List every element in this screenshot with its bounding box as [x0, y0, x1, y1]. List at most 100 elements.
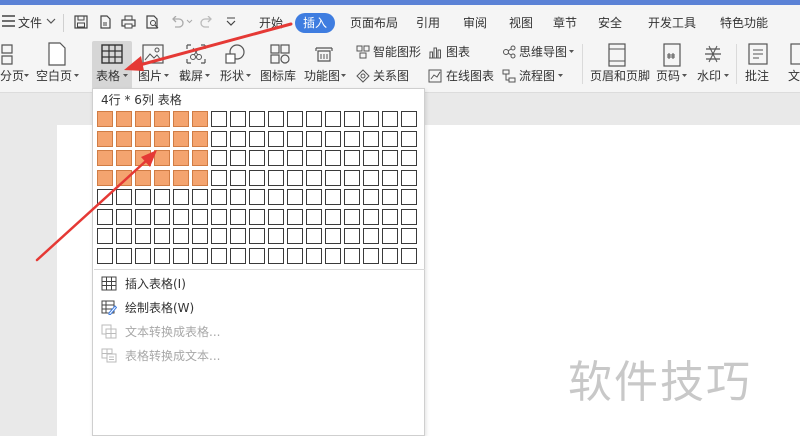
- blank-page-icon[interactable]: [48, 42, 66, 66]
- tab-review[interactable]: 审阅: [463, 15, 487, 31]
- table-grid-cell[interactable]: [192, 248, 208, 264]
- table-grid-cell[interactable]: [306, 131, 322, 147]
- table-grid-cell[interactable]: [363, 170, 379, 186]
- mind-map-dropdown-icon[interactable]: [569, 50, 574, 54]
- table-grid-cell[interactable]: [230, 111, 246, 127]
- table-button-label[interactable]: 表格: [96, 69, 120, 83]
- table-grid-cell[interactable]: [401, 131, 417, 147]
- draw-table-item[interactable]: 绘制表格(W): [101, 298, 401, 318]
- picture-label[interactable]: 图片: [138, 69, 162, 83]
- table-grid-cell[interactable]: [287, 131, 303, 147]
- table-grid-cell[interactable]: [249, 150, 265, 166]
- table-grid-cell[interactable]: [363, 189, 379, 205]
- table-grid-cell[interactable]: [287, 150, 303, 166]
- table-grid-cell[interactable]: [135, 248, 151, 264]
- table-grid-cell[interactable]: [173, 209, 189, 225]
- shape-icon[interactable]: [224, 43, 246, 65]
- table-grid-cell[interactable]: [401, 228, 417, 244]
- screenshot-dropdown-icon[interactable]: [205, 74, 210, 78]
- table-grid-cell[interactable]: [173, 150, 189, 166]
- table-grid-cell[interactable]: [268, 111, 284, 127]
- table-grid-cell[interactable]: [173, 248, 189, 264]
- header-footer-label[interactable]: 页眉和页脚: [590, 69, 650, 83]
- picture-icon[interactable]: [142, 44, 164, 64]
- table-grid-cell[interactable]: [97, 189, 113, 205]
- blank-page-dropdown-icon[interactable]: [74, 74, 79, 78]
- table-dropdown-icon[interactable]: [123, 74, 128, 78]
- table-grid-cell[interactable]: [306, 111, 322, 127]
- table-grid-cell[interactable]: [154, 150, 170, 166]
- table-grid-cell[interactable]: [363, 150, 379, 166]
- table-grid-cell[interactable]: [382, 189, 398, 205]
- page-break-dropdown-icon[interactable]: [24, 74, 29, 78]
- text-to-table-item[interactable]: 文本转换成表格...: [101, 322, 401, 342]
- undo-dropdown-icon[interactable]: [186, 19, 193, 24]
- page-break-icon[interactable]: [0, 43, 22, 65]
- table-icon[interactable]: [101, 44, 123, 64]
- textbox-icon[interactable]: [790, 43, 800, 65]
- file-menu[interactable]: 文件: [18, 15, 42, 31]
- table-grid-cell[interactable]: [192, 209, 208, 225]
- table-grid-cell[interactable]: [306, 248, 322, 264]
- table-grid-cell[interactable]: [344, 228, 360, 244]
- table-grid-cell[interactable]: [211, 228, 227, 244]
- table-grid-cell[interactable]: [344, 111, 360, 127]
- table-grid-cell[interactable]: [192, 228, 208, 244]
- table-grid-cell[interactable]: [325, 228, 341, 244]
- table-grid-cell[interactable]: [154, 189, 170, 205]
- table-grid-cell[interactable]: [230, 131, 246, 147]
- page-break-label[interactable]: 分页: [0, 69, 24, 83]
- table-grid-cell[interactable]: [230, 209, 246, 225]
- tab-chapters[interactable]: 章节: [553, 15, 577, 31]
- watermark-dropdown-icon[interactable]: [724, 74, 729, 78]
- table-grid-cell[interactable]: [135, 228, 151, 244]
- header-footer-icon[interactable]: [608, 43, 626, 67]
- table-grid-cell[interactable]: [192, 150, 208, 166]
- table-grid-cell[interactable]: [135, 111, 151, 127]
- table-grid-cell[interactable]: [268, 228, 284, 244]
- table-grid-cell[interactable]: [382, 228, 398, 244]
- table-grid-cell[interactable]: [401, 111, 417, 127]
- mind-map-icon[interactable]: [502, 45, 516, 59]
- table-grid-cell[interactable]: [401, 248, 417, 264]
- tab-references[interactable]: 引用: [416, 15, 440, 31]
- relation-chart-label[interactable]: 关系图: [373, 69, 409, 83]
- table-grid-cell[interactable]: [287, 248, 303, 264]
- table-grid-cell[interactable]: [401, 189, 417, 205]
- table-grid-cell[interactable]: [268, 248, 284, 264]
- page-number-label[interactable]: 页码: [656, 69, 680, 83]
- table-grid-cell[interactable]: [135, 131, 151, 147]
- table-grid-cell[interactable]: [211, 150, 227, 166]
- table-grid-cell[interactable]: [363, 248, 379, 264]
- table-grid-cell[interactable]: [211, 131, 227, 147]
- icon-library-icon[interactable]: [269, 43, 291, 65]
- table-grid-cell[interactable]: [401, 170, 417, 186]
- table-grid-cell[interactable]: [249, 111, 265, 127]
- table-to-text-item[interactable]: 表格转换成文本...: [101, 346, 401, 366]
- smart-graphic-label[interactable]: 智能图形: [373, 45, 421, 59]
- table-grid-cell[interactable]: [135, 189, 151, 205]
- table-grid-cell[interactable]: [135, 150, 151, 166]
- table-grid-cell[interactable]: [344, 131, 360, 147]
- table-grid-cell[interactable]: [306, 150, 322, 166]
- smart-graphic-icon[interactable]: [356, 45, 370, 59]
- table-grid-cell[interactable]: [382, 150, 398, 166]
- table-grid-cell[interactable]: [173, 189, 189, 205]
- table-grid-cell[interactable]: [116, 131, 132, 147]
- table-grid-cell[interactable]: [230, 228, 246, 244]
- picture-dropdown-icon[interactable]: [164, 74, 169, 78]
- table-grid-cell[interactable]: [382, 170, 398, 186]
- table-grid-cell[interactable]: [344, 150, 360, 166]
- table-grid-cell[interactable]: [325, 150, 341, 166]
- table-grid-cell[interactable]: [382, 131, 398, 147]
- table-grid-cell[interactable]: [382, 209, 398, 225]
- table-grid-cell[interactable]: [135, 170, 151, 186]
- save-icon[interactable]: [74, 15, 88, 29]
- table-grid-cell[interactable]: [401, 150, 417, 166]
- insert-table-item[interactable]: 插入表格(I): [101, 274, 401, 294]
- table-grid-cell[interactable]: [135, 209, 151, 225]
- table-grid-cell[interactable]: [268, 150, 284, 166]
- flowchart-icon[interactable]: [502, 69, 516, 83]
- table-grid-cell[interactable]: [344, 189, 360, 205]
- table-grid-cell[interactable]: [211, 170, 227, 186]
